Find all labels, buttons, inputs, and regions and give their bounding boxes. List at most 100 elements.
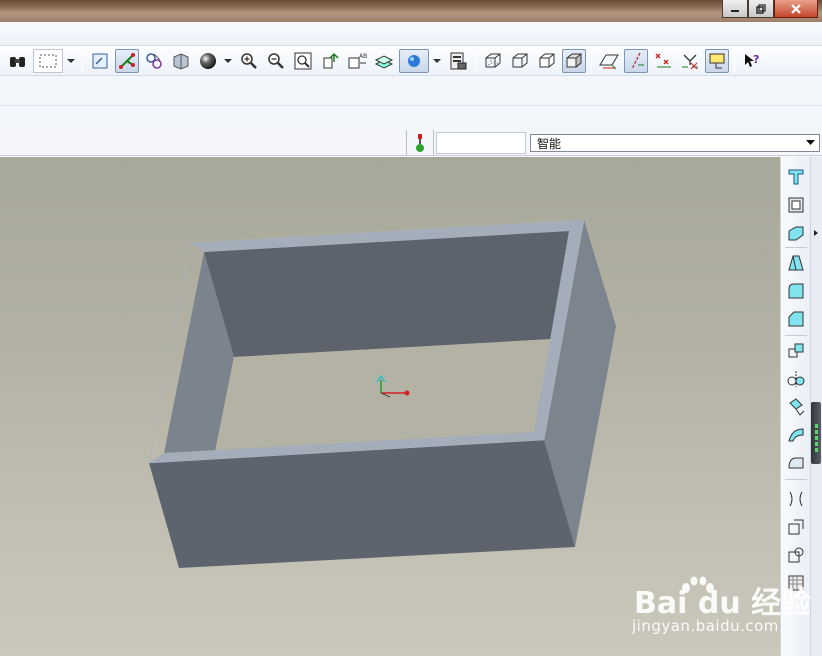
datum-planes-icon xyxy=(599,54,619,69)
window-controls xyxy=(722,0,818,18)
annotation-button[interactable] xyxy=(705,48,729,73)
shading-sphere-icon xyxy=(200,52,216,69)
filter-dropdown-arrow[interactable] xyxy=(801,135,819,151)
minimize-icon xyxy=(731,9,739,12)
tertiary-toolbar xyxy=(0,106,822,130)
select-box-dropdown[interactable] xyxy=(66,49,76,73)
thicken-tool-button[interactable] xyxy=(784,543,808,567)
spin-center-icon xyxy=(119,52,135,69)
no-hidden-icon xyxy=(539,53,555,67)
watermark-url: jingyan.baidu.com xyxy=(632,617,779,635)
shaded-button[interactable] xyxy=(562,48,586,73)
zoom-in-button[interactable] xyxy=(237,49,261,73)
boundary-icon xyxy=(789,491,803,507)
hole-icon xyxy=(788,169,804,185)
refit-button[interactable] xyxy=(291,49,315,73)
orient-mode-button[interactable] xyxy=(142,49,166,73)
main-toolbar: AB ? xyxy=(0,46,822,76)
blend-tool-button[interactable] xyxy=(784,451,808,475)
draft-icon xyxy=(788,255,804,271)
shell-icon xyxy=(788,197,804,213)
orient-mode-icon xyxy=(146,52,162,69)
appearance-button[interactable] xyxy=(446,49,470,73)
csys-icon xyxy=(682,54,698,69)
display-style-button[interactable] xyxy=(399,48,429,73)
shell-tool-button[interactable] xyxy=(784,193,808,217)
context-help-button[interactable]: ? xyxy=(740,49,764,73)
annotation-icon xyxy=(709,53,725,68)
viewport-scroll-grip[interactable] xyxy=(811,402,821,464)
blend-icon xyxy=(788,457,804,469)
find-button[interactable] xyxy=(6,49,30,73)
sweep-icon xyxy=(788,428,804,442)
hidden-line-icon xyxy=(512,53,528,67)
pattern-tool-button[interactable] xyxy=(784,339,808,363)
title-bar xyxy=(0,0,822,22)
chevron-down-icon xyxy=(224,58,232,63)
hole-tool-button[interactable] xyxy=(784,165,808,189)
layers-icon xyxy=(374,54,394,69)
zoom-out-button[interactable] xyxy=(264,49,288,73)
selection-filter-value: 智能 xyxy=(537,136,562,151)
named-views-button[interactable]: AB xyxy=(345,49,369,73)
appearance-icon xyxy=(450,52,467,69)
named-views-icon: AB xyxy=(348,53,367,68)
view-manager-icon xyxy=(173,52,189,70)
close-button[interactable] xyxy=(774,0,818,18)
chevron-right-icon[interactable] xyxy=(812,229,820,237)
status-message-field xyxy=(436,132,526,154)
menu-bar xyxy=(0,22,822,46)
repaint-button[interactable] xyxy=(88,49,112,73)
zoom-in-icon xyxy=(241,52,257,69)
saved-views-icon xyxy=(323,52,339,68)
round-tool-button[interactable] xyxy=(784,279,808,303)
datum-points-button[interactable] xyxy=(651,49,675,73)
zoom-out-icon xyxy=(268,52,284,69)
wireframe-icon xyxy=(485,53,501,67)
offset-tool-button[interactable] xyxy=(784,515,808,539)
refit-icon xyxy=(294,52,312,69)
rib-tool-button[interactable] xyxy=(784,221,808,245)
minimize-button[interactable] xyxy=(722,0,748,18)
wireframe-button[interactable] xyxy=(481,49,505,73)
close-icon xyxy=(791,3,801,14)
shading-sphere-button[interactable] xyxy=(196,49,220,73)
datum-axes-button[interactable] xyxy=(624,48,648,73)
chamfer-icon xyxy=(788,311,804,327)
datum-planes-button[interactable] xyxy=(597,49,621,73)
layers-button[interactable] xyxy=(372,49,396,73)
hidden-line-button[interactable] xyxy=(508,49,532,73)
extrude-tool-button[interactable] xyxy=(784,395,808,419)
select-box-button[interactable] xyxy=(33,48,63,73)
restore-icon xyxy=(756,3,766,14)
mirror-tool-button[interactable] xyxy=(784,367,808,391)
draft-tool-button[interactable] xyxy=(784,251,808,275)
round-icon xyxy=(788,283,804,299)
chevron-down-icon xyxy=(67,58,75,63)
mirror-icon xyxy=(787,371,805,387)
chamfer-tool-button[interactable] xyxy=(784,307,808,331)
no-hidden-button[interactable] xyxy=(535,49,559,73)
chevron-down-icon xyxy=(805,140,815,145)
display-style-icon xyxy=(408,54,420,67)
boundary-tool-button[interactable] xyxy=(784,487,808,511)
view-manager-button[interactable] xyxy=(169,49,193,73)
context-help-icon: ? xyxy=(745,53,759,67)
watermark-brand: Bai du 经验 xyxy=(634,586,812,621)
datum-axes-icon xyxy=(631,52,644,69)
regen-status-light[interactable] xyxy=(406,130,434,156)
spin-center-button[interactable] xyxy=(115,48,139,73)
rib-icon xyxy=(788,226,804,241)
saved-views-button[interactable] xyxy=(318,49,342,73)
csys-button[interactable] xyxy=(678,49,702,73)
display-style-dropdown[interactable] xyxy=(432,49,442,73)
shading-dropdown[interactable] xyxy=(223,49,233,73)
traffic-light-icon xyxy=(416,134,424,152)
datum-points-icon xyxy=(655,53,671,67)
selection-filter-select[interactable]: 智能 xyxy=(530,134,820,152)
svg-text:?: ? xyxy=(753,53,759,66)
find-icon xyxy=(10,56,25,67)
svg-text:AB: AB xyxy=(359,53,367,60)
restore-button[interactable] xyxy=(748,0,774,18)
sweep-tool-button[interactable] xyxy=(784,423,808,447)
